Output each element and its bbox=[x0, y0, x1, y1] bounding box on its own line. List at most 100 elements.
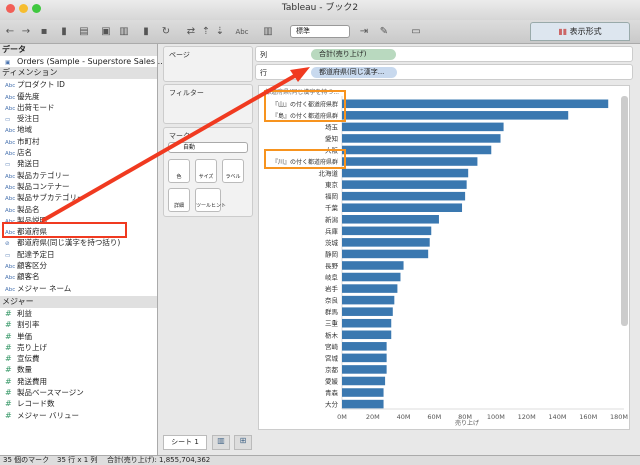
bar[interactable] bbox=[342, 180, 467, 189]
fit-select[interactable]: 標準 bbox=[290, 25, 350, 38]
bar[interactable] bbox=[342, 168, 469, 178]
duplicate-sheet-icon[interactable]: ▣ bbox=[100, 26, 112, 38]
bar[interactable] bbox=[342, 388, 384, 397]
x-tick-label: 0M bbox=[337, 413, 347, 421]
pause-updates-icon[interactable]: ▮ bbox=[140, 26, 152, 38]
swap-icon[interactable]: ⇄ bbox=[185, 26, 197, 38]
color-button[interactable]: 色 bbox=[168, 159, 190, 183]
size-button[interactable]: サイズ bbox=[195, 159, 217, 183]
dimension-item[interactable]: Abc 店名 bbox=[0, 147, 157, 158]
bar[interactable] bbox=[342, 99, 609, 109]
data-source[interactable]: ▣ Orders (Sample - Superstore Sales ... bbox=[0, 56, 165, 67]
show-labels-icon[interactable]: Abc bbox=[232, 26, 252, 38]
rows-cols: 35 行 x 1 列 bbox=[57, 456, 98, 464]
pages-card[interactable]: ページ bbox=[163, 46, 253, 82]
measure-item[interactable]: # レコード数 bbox=[0, 398, 157, 409]
bar[interactable] bbox=[342, 318, 392, 328]
measure-item[interactable]: # 製品ベースマージン bbox=[0, 387, 157, 398]
tooltip-button[interactable]: ツールヒント bbox=[195, 188, 226, 212]
dimension-item[interactable]: Abc 市町村 bbox=[0, 136, 157, 147]
measure-item[interactable]: # 宣伝費 bbox=[0, 353, 157, 364]
bar[interactable] bbox=[342, 157, 478, 166]
bar[interactable] bbox=[342, 111, 569, 120]
bar[interactable] bbox=[342, 145, 492, 155]
dimension-item[interactable]: Abc 地域 bbox=[0, 124, 157, 135]
columns-shelf[interactable]: 列 合計(売り上げ) bbox=[255, 46, 633, 62]
measure-item[interactable]: # メジャー バリュー bbox=[0, 410, 157, 421]
measure-item[interactable]: # 売り上げ bbox=[0, 342, 157, 353]
measure-item[interactable]: # 発送費用 bbox=[0, 376, 157, 387]
dimension-item[interactable]: ▭ 受注日 bbox=[0, 113, 157, 124]
vertical-scrollbar[interactable] bbox=[621, 96, 628, 326]
bar[interactable] bbox=[342, 376, 386, 386]
bar[interactable] bbox=[342, 238, 430, 247]
category-label: 北海道 bbox=[319, 169, 339, 178]
bar[interactable] bbox=[342, 134, 501, 143]
bar[interactable] bbox=[342, 342, 387, 351]
bar[interactable] bbox=[342, 122, 504, 132]
measure-item[interactable]: # 割引率 bbox=[0, 319, 157, 330]
save-icon[interactable]: ▪ bbox=[38, 26, 50, 38]
dimension-item[interactable]: Abc 製品カテゴリー bbox=[0, 170, 157, 181]
show-me-button[interactable]: ▮▮ 表示形式 bbox=[530, 22, 630, 41]
sort-ascending-icon[interactable]: ⇡ bbox=[200, 26, 212, 38]
measure-item[interactable]: # 単価 bbox=[0, 331, 157, 342]
dimension-label: 製品サブカテゴリー bbox=[17, 193, 85, 203]
dimension-item[interactable]: ⊘ 都道府県(同じ漢字を持つ括り) bbox=[0, 237, 157, 248]
new-worksheet-icon[interactable]: ▥ bbox=[212, 435, 230, 450]
dimension-item[interactable]: Abc 製品コンテナー bbox=[0, 181, 157, 192]
rows-shelf[interactable]: 行 都道府県(同じ漢字... bbox=[255, 64, 633, 80]
bar[interactable] bbox=[342, 191, 466, 201]
data-source-icon[interactable]: ▮ bbox=[58, 26, 70, 38]
detail-button[interactable]: 詳細 bbox=[168, 188, 190, 212]
dimension-item[interactable]: Abc 優先度 bbox=[0, 91, 157, 102]
bar[interactable] bbox=[342, 353, 387, 363]
dimension-item[interactable]: Abc 出荷モード bbox=[0, 102, 157, 113]
tab-sheet-1[interactable]: シート 1 bbox=[163, 435, 207, 450]
measure-item[interactable]: # 利益 bbox=[0, 308, 157, 319]
clear-sheet-icon[interactable]: ▥ bbox=[118, 26, 130, 38]
forward-icon[interactable]: → bbox=[20, 26, 32, 38]
dimension-item[interactable]: Abc 製品サブカテゴリー bbox=[0, 192, 157, 203]
bar[interactable] bbox=[342, 261, 404, 270]
dimension-item[interactable]: ▭ 配達予定日 bbox=[0, 249, 157, 260]
bar[interactable] bbox=[342, 399, 384, 409]
bar[interactable] bbox=[342, 295, 395, 305]
bar[interactable] bbox=[342, 272, 401, 282]
dimension-item[interactable]: Abc メジャー ネーム bbox=[0, 283, 157, 294]
fix-axes-icon[interactable]: ⇥ bbox=[358, 26, 370, 38]
bar[interactable] bbox=[342, 330, 392, 340]
close-button[interactable] bbox=[6, 4, 15, 13]
bar[interactable] bbox=[342, 307, 393, 316]
mark-type-select[interactable]: 自動 bbox=[168, 142, 248, 153]
dimension-item[interactable]: ▭ 発送日 bbox=[0, 158, 157, 169]
new-sheet-icon[interactable]: ▤ bbox=[78, 26, 90, 38]
refresh-icon[interactable]: ↻ bbox=[160, 26, 172, 38]
category-label: 宮崎 bbox=[325, 342, 339, 351]
bar[interactable] bbox=[342, 203, 463, 212]
presentation-icon[interactable]: ▭ bbox=[410, 26, 422, 38]
bar[interactable] bbox=[342, 249, 429, 259]
dimension-item[interactable]: Abc プロダクト ID bbox=[0, 79, 157, 90]
measure-item[interactable]: # 数量 bbox=[0, 364, 157, 375]
sort-descending-icon[interactable]: ⇣ bbox=[214, 26, 226, 38]
highlight-icon[interactable]: ✎ bbox=[378, 26, 390, 38]
bar[interactable] bbox=[342, 215, 439, 224]
new-dashboard-icon[interactable]: ⊞ bbox=[234, 435, 252, 450]
columns-pill[interactable]: 合計(売り上げ) bbox=[311, 49, 396, 60]
zoom-button[interactable] bbox=[32, 4, 41, 13]
label-button[interactable]: ラベル bbox=[222, 159, 244, 183]
filters-card[interactable]: フィルター bbox=[163, 84, 253, 124]
dimension-item[interactable]: Abc 顧客区分 bbox=[0, 260, 157, 271]
category-label: 茨城 bbox=[325, 238, 339, 247]
dimension-item[interactable]: Abc 顧客名 bbox=[0, 271, 157, 282]
bar[interactable] bbox=[342, 284, 398, 293]
chart-type-icon[interactable]: ▥ bbox=[262, 26, 274, 38]
dimension-item[interactable]: Abc 製品名 bbox=[0, 204, 157, 215]
bar[interactable] bbox=[342, 226, 432, 236]
back-icon[interactable]: ← bbox=[4, 26, 16, 38]
minimize-button[interactable] bbox=[19, 4, 28, 13]
rows-pill[interactable]: 都道府県(同じ漢字... bbox=[311, 67, 397, 78]
bar[interactable] bbox=[342, 365, 387, 374]
x-tick-label: 60M bbox=[427, 413, 441, 421]
